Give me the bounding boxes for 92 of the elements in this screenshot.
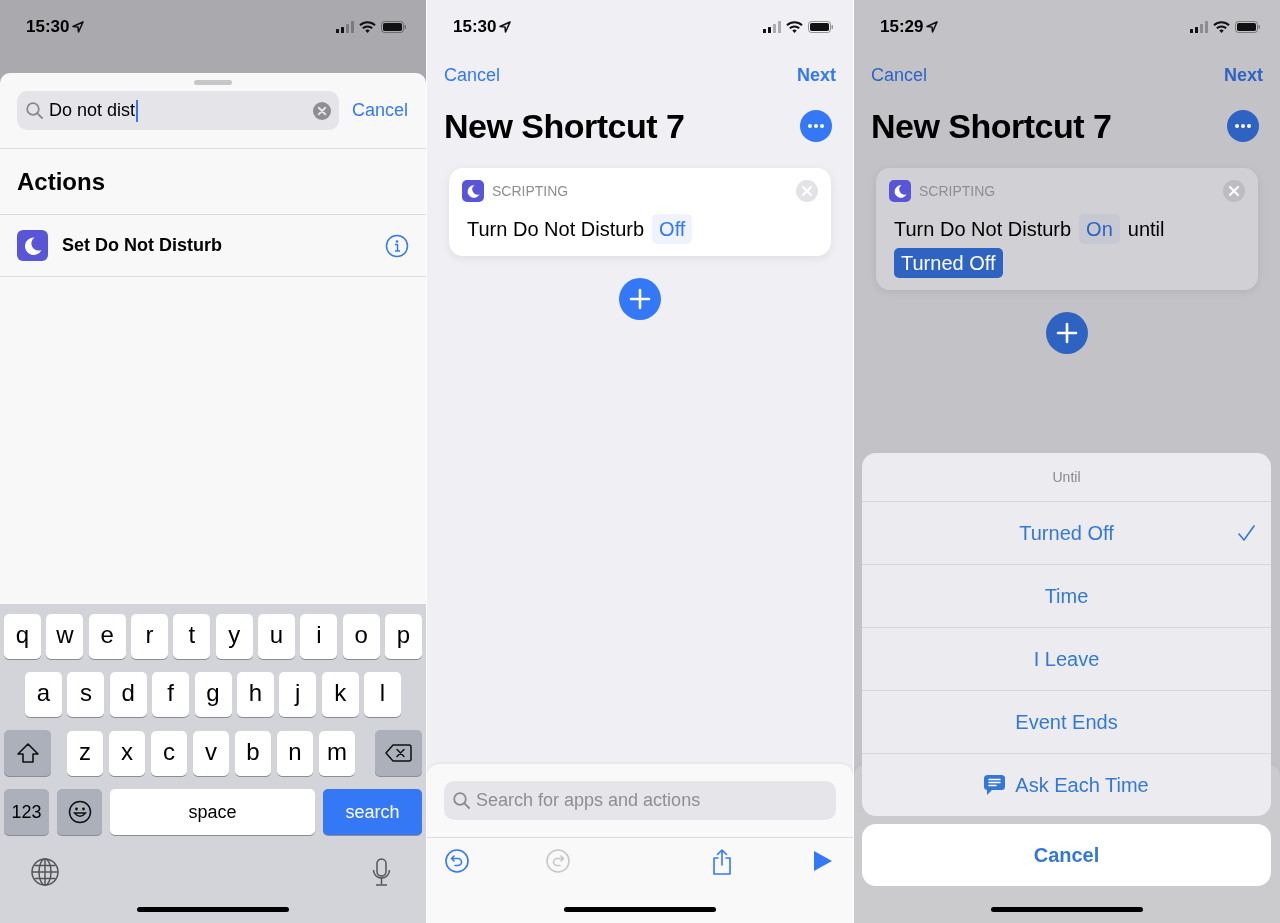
info-icon[interactable] [385,233,409,258]
keyboard-key[interactable]: l [364,672,401,717]
text-cursor [136,99,138,122]
delete-key[interactable] [375,730,422,776]
keyboard-key[interactable]: k [321,672,359,717]
menu-option[interactable]: Ask Each Time [862,753,1271,816]
action-label: Set Do Not Disturb [62,234,223,257]
keyboard-key[interactable]: x [109,730,145,776]
menu-option[interactable]: I Leave [862,627,1271,690]
globe-icon[interactable] [31,858,59,886]
next-button[interactable]: Next [797,61,836,89]
keyboard-key[interactable]: s [67,672,105,717]
clock-time: 15:29 [880,16,924,39]
signal-icon [763,21,781,33]
location-arrow-icon [499,21,512,33]
menu-option[interactable]: Time [862,564,1271,627]
microphone-icon[interactable] [372,858,391,886]
wifi-icon [1213,21,1230,33]
battery-icon [381,21,406,33]
share-icon[interactable] [710,849,734,875]
keyboard-key[interactable]: v [193,730,229,776]
clock-time: 15:30 [453,16,497,39]
message-icon [984,775,1006,795]
keyboard-key[interactable]: z [67,730,103,776]
signal-icon [1190,21,1208,33]
moon-icon [17,230,48,261]
moon-icon [889,180,911,202]
battery-icon [1235,21,1260,33]
shortcut-title: New Shortcut 7 [444,105,685,147]
signal-icon [336,21,354,33]
section-title: Actions [17,166,105,197]
search-field[interactable]: Do not dist [17,91,339,130]
add-button[interactable] [619,278,661,320]
shift-icon [15,742,40,764]
keyboard-key[interactable]: w [46,614,84,659]
emoji-key[interactable] [57,789,102,835]
keyboard-key[interactable]: p [384,614,422,659]
menu-option[interactable]: Turned Off [862,501,1271,564]
keyboard-key[interactable]: m [319,730,355,776]
sheet-title: Until [1052,467,1081,487]
cancel-button[interactable]: Cancel [444,61,501,89]
parameter-token[interactable]: Turned Off [894,248,1003,278]
sheet-handle[interactable] [194,80,232,85]
search-icon [453,792,470,809]
keyboard-key[interactable]: e [88,614,126,659]
location-arrow-icon [926,21,939,33]
action-text: until [1127,217,1165,242]
keyboard-key[interactable]: r [131,614,168,659]
location-arrow-icon [72,21,85,33]
delete-icon [385,743,412,763]
keyboard-key[interactable]: c [151,730,187,776]
menu-option[interactable]: Event Ends [862,690,1271,753]
keyboard-key[interactable]: t [173,614,211,659]
search-key[interactable]: search [323,789,422,835]
emoji-icon [67,800,92,824]
cancel-button[interactable]: Cancel [862,824,1271,886]
cancel-button[interactable]: Cancel [351,97,408,124]
parameter-token[interactable]: Off [652,214,693,244]
keyboard-key[interactable]: o [342,614,380,659]
numbers-key[interactable]: 123 [4,789,49,835]
keyboard-key[interactable]: q [4,614,41,659]
battery-icon [808,21,833,33]
keyboard-key[interactable]: f [152,672,190,717]
more-button[interactable] [800,110,832,142]
search-field[interactable]: Search for apps and actions [444,781,836,820]
space-key[interactable]: space [110,789,315,835]
undo-icon[interactable] [445,849,469,875]
more-button[interactable] [1227,110,1259,142]
keyboard-key[interactable]: g [194,672,232,717]
clock-time: 15:30 [26,16,70,39]
action-row[interactable]: Set Do Not Disturb [0,215,426,277]
search-icon [26,102,43,119]
keyboard-key[interactable]: j [279,672,317,717]
moon-icon [462,180,484,202]
keyboard-key[interactable]: d [109,672,147,717]
category-label: SCRIPTING [919,181,997,201]
keyboard-key[interactable]: a [25,672,62,717]
shift-key[interactable] [4,730,51,776]
keyboard-key[interactable]: y [215,614,253,659]
wifi-icon [359,21,376,33]
clear-icon[interactable] [312,101,331,120]
keyboard-key[interactable]: h [236,672,274,717]
shortcut-title: New Shortcut 7 [871,105,1112,147]
keyboard-key[interactable]: b [235,730,271,776]
action-text: Turn Do Not Disturb [467,217,645,242]
wifi-icon [786,21,803,33]
add-button[interactable] [1046,312,1088,354]
keyboard-key[interactable]: n [277,730,313,776]
category-label: SCRIPTING [492,181,570,201]
action-text: Turn Do Not Disturb [894,217,1072,242]
keyboard-key[interactable]: u [257,614,295,659]
keyboard-key[interactable]: i [300,614,338,659]
